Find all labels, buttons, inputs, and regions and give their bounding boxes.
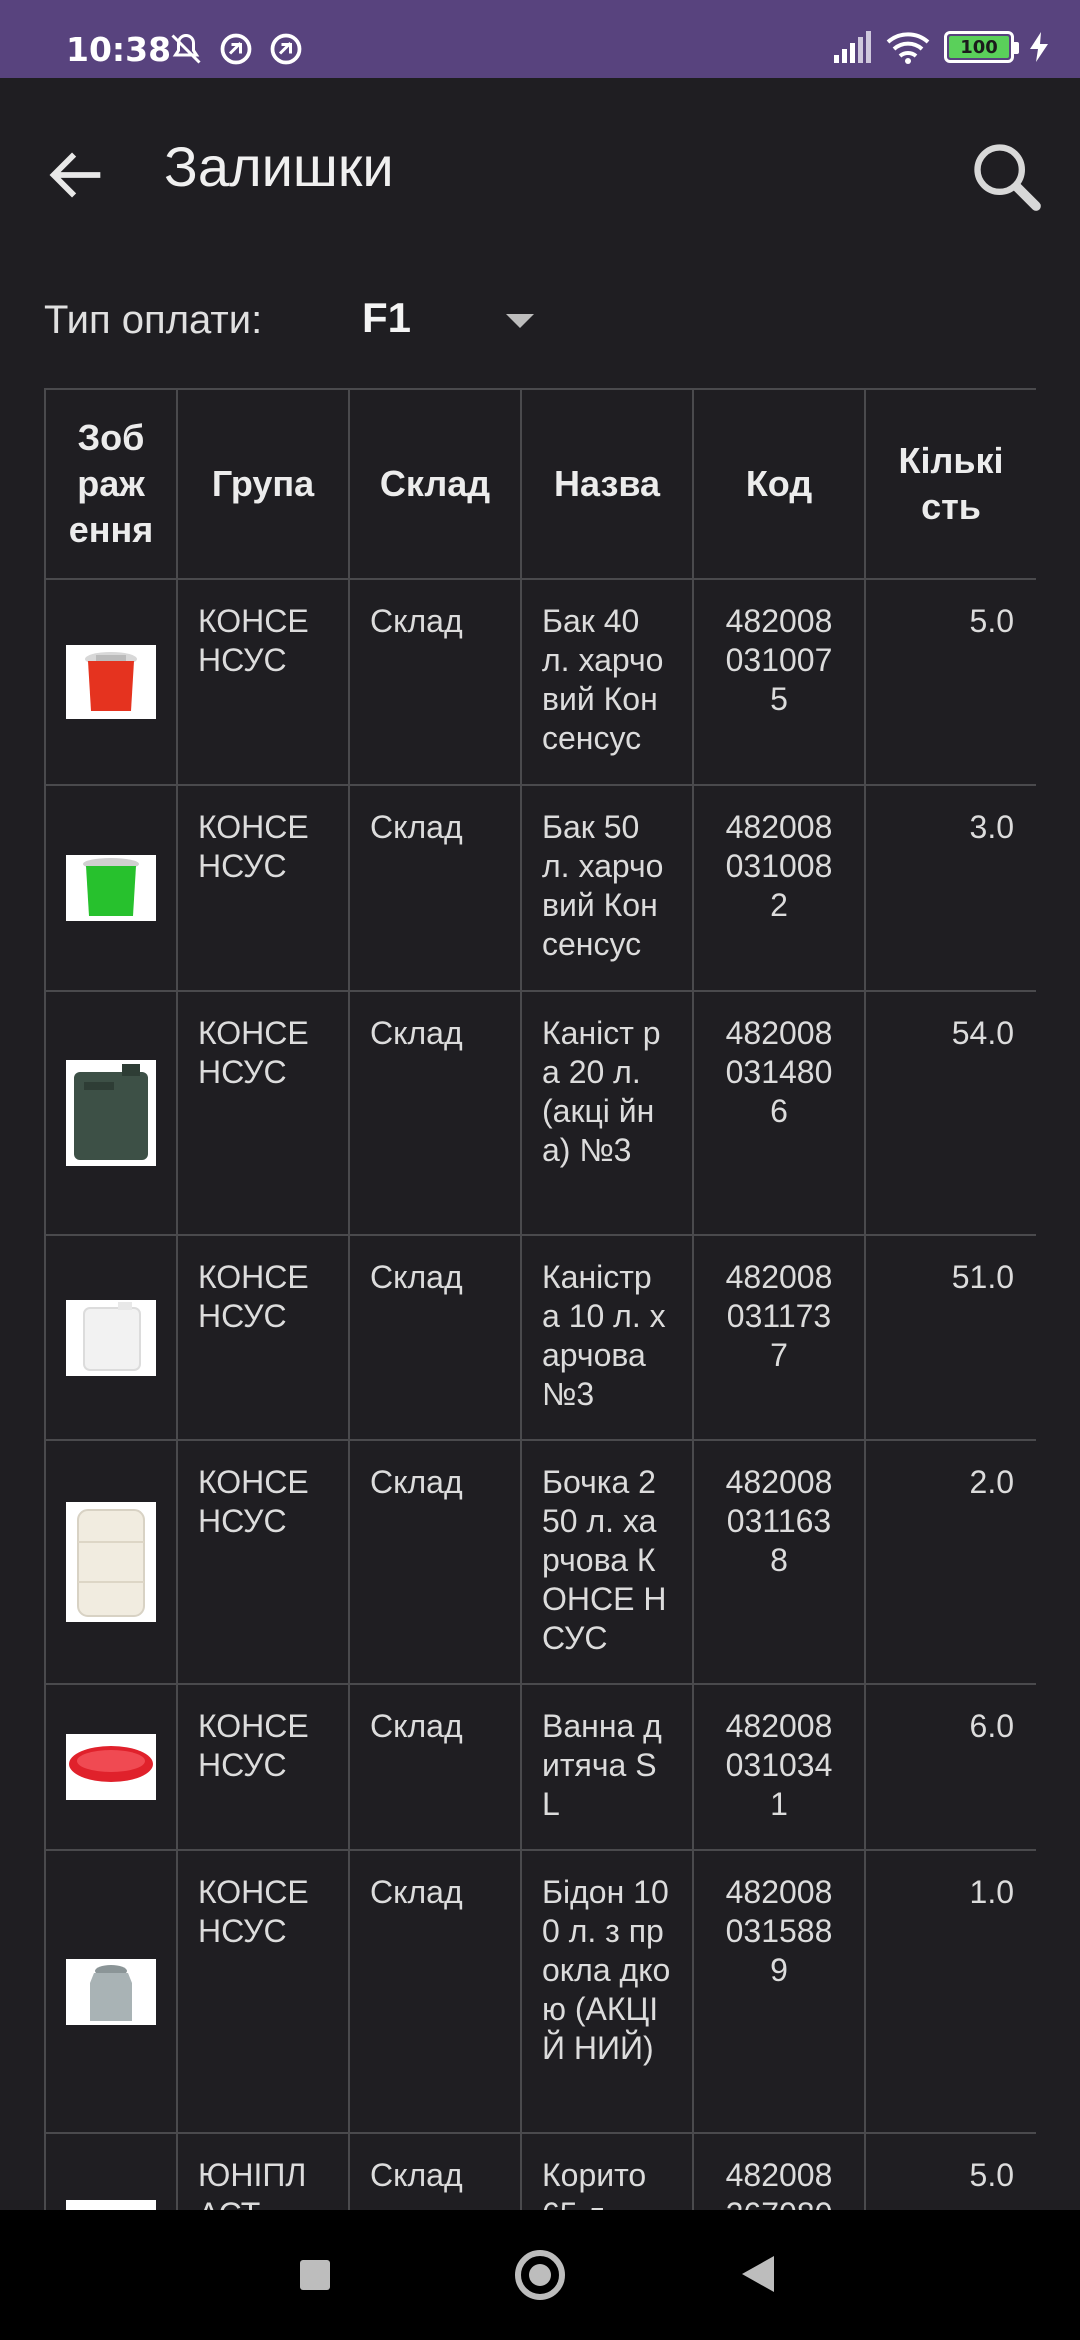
product-image-cell xyxy=(44,1234,178,1441)
header-warehouse: Склад xyxy=(348,388,522,580)
red-tub-image xyxy=(66,1734,156,1800)
app-bar: Залишки xyxy=(0,78,1080,268)
red-barrel-image xyxy=(66,645,156,719)
system-nav-bar xyxy=(0,2210,1080,2340)
white-drum-image xyxy=(66,1502,156,1622)
wifi-icon xyxy=(886,32,930,64)
notification-icons xyxy=(168,31,304,67)
warehouse-cell: Склад xyxy=(348,1683,522,1851)
arrow-left-icon[interactable] xyxy=(42,140,112,210)
table-row[interactable]: КОНСЕ НСУС Склад Бак 40 л. харчо вий Кон… xyxy=(44,578,1036,786)
code-cell: 482008 267080 xyxy=(692,2132,866,2210)
warehouse-cell: Склад xyxy=(348,578,522,786)
stock-table-container[interactable]: Зоб раж ення Група Склад Назва Код Кільк… xyxy=(44,388,1036,2210)
grey-can-image xyxy=(66,1958,156,2025)
group-cell: КОНСЕ НСУС xyxy=(176,1234,350,1441)
payment-type-row: Тип оплати: F1 xyxy=(44,290,1044,360)
warehouse-cell: Склад xyxy=(348,2132,522,2210)
page-title: Залишки xyxy=(164,135,394,198)
quantity-cell: 1.0 xyxy=(864,1849,1036,2134)
status-bar: 10:38 100 xyxy=(0,0,1080,78)
table-row[interactable]: КОНСЕ НСУС Склад Ванна дитяча SL 482008 … xyxy=(44,1683,1036,1851)
status-time: 10:38 xyxy=(66,30,172,69)
group-cell: КОНСЕ НСУС xyxy=(176,578,350,786)
chevron-down-icon[interactable] xyxy=(506,314,534,328)
table-row[interactable]: КОНСЕ НСУС Склад Каністр а 10 л. харчова… xyxy=(44,1234,1036,1441)
quantity-cell: 3.0 xyxy=(864,784,1036,992)
code-cell: 482008 031008 2 xyxy=(692,784,866,992)
code-cell: 482008 031588 9 xyxy=(692,1849,866,2134)
table-row[interactable]: ЮНІПЛ АСТ Склад Корито 65 л. 482008 2670… xyxy=(44,2132,1036,2210)
white-trough-image xyxy=(66,2200,156,2210)
quantity-cell: 6.0 xyxy=(864,1683,1036,1851)
group-cell: КОНСЕ НСУС xyxy=(176,990,350,1236)
code-cell: 482008 031173 7 xyxy=(692,1234,866,1441)
product-image-cell xyxy=(44,1439,178,1685)
table-row[interactable]: КОНСЕ НСУС Склад Бак 50 л. харчо вий Кон… xyxy=(44,784,1036,992)
group-cell: КОНСЕ НСУС xyxy=(176,784,350,992)
header-quantity: Кількі сть xyxy=(864,388,1036,580)
product-image-cell xyxy=(44,1683,178,1851)
product-image-cell xyxy=(44,990,178,1236)
name-cell: Каніст ра 20 л. (акці йна) №3 xyxy=(520,990,694,1236)
stock-table: Зоб раж ення Група Склад Назва Код Кільк… xyxy=(44,388,1036,2210)
dark-canister-image xyxy=(66,1060,156,1166)
quantity-cell: 5.0 xyxy=(864,578,1036,786)
group-cell: КОНСЕ НСУС xyxy=(176,1439,350,1685)
product-image-cell xyxy=(44,784,178,992)
white-canister-image xyxy=(66,1299,156,1376)
group-cell: КОНСЕ НСУС xyxy=(176,1683,350,1851)
table-row[interactable]: КОНСЕ НСУС Склад Бідон 100 л. з прокла д… xyxy=(44,1849,1036,2134)
app-notification-icon-2 xyxy=(270,33,302,65)
mute-bell-icon xyxy=(171,33,201,64)
code-cell: 482008 031480 6 xyxy=(692,990,866,1236)
warehouse-cell: Склад xyxy=(348,1234,522,1441)
payment-type-select[interactable]: F1 xyxy=(362,294,411,342)
warehouse-cell: Склад xyxy=(348,990,522,1236)
product-image-cell xyxy=(44,1849,178,2134)
table-row[interactable]: КОНСЕ НСУС Склад Каніст ра 20 л. (акці й… xyxy=(44,990,1036,1236)
warehouse-cell: Склад xyxy=(348,1439,522,1685)
home-icon[interactable] xyxy=(515,2250,565,2300)
payment-type-label: Тип оплати: xyxy=(44,298,263,342)
product-image-cell xyxy=(44,2132,178,2210)
search-icon[interactable] xyxy=(968,138,1044,214)
back-triangle-icon[interactable] xyxy=(742,2256,774,2292)
battery-level: 100 xyxy=(949,36,1009,58)
code-cell: 482008 031007 5 xyxy=(692,578,866,786)
app-notification-icon xyxy=(220,33,252,65)
signal-icon xyxy=(834,31,871,63)
quantity-cell: 51.0 xyxy=(864,1234,1036,1441)
table-row[interactable]: КОНСЕ НСУС Склад Бочка 250 л. харчова КО… xyxy=(44,1439,1036,1685)
table-header-row: Зоб раж ення Група Склад Назва Код Кільк… xyxy=(44,388,1036,580)
battery-icon: 100 xyxy=(944,31,1019,63)
name-cell: Бідон 100 л. з прокла дкою (АКЦІЙ НИЙ) xyxy=(520,1849,694,2134)
code-cell: 482008 031163 8 xyxy=(692,1439,866,1685)
code-cell: 482008 031034 1 xyxy=(692,1683,866,1851)
header-image: Зоб раж ення xyxy=(44,388,178,580)
warehouse-cell: Склад xyxy=(348,784,522,992)
quantity-cell: 2.0 xyxy=(864,1439,1036,1685)
green-barrel-image xyxy=(66,855,156,921)
quantity-cell: 5.0 xyxy=(864,2132,1036,2210)
name-cell: Бак 40 л. харчо вий Кон сенсус xyxy=(520,578,694,786)
name-cell: Бочка 250 л. харчова КОНСЕ НСУС xyxy=(520,1439,694,1685)
header-group: Група xyxy=(176,388,350,580)
recents-icon[interactable] xyxy=(300,2260,330,2290)
name-cell: Бак 50 л. харчо вий Кон сенсус xyxy=(520,784,694,992)
name-cell: Ванна дитяча SL xyxy=(520,1683,694,1851)
group-cell: ЮНІПЛ АСТ xyxy=(176,2132,350,2210)
header-name: Назва xyxy=(520,388,694,580)
product-image-cell xyxy=(44,578,178,786)
group-cell: КОНСЕ НСУС xyxy=(176,1849,350,2134)
warehouse-cell: Склад xyxy=(348,1849,522,2134)
name-cell: Каністр а 10 л. харчова №3 xyxy=(520,1234,694,1441)
charging-icon xyxy=(1030,32,1048,62)
header-code: Код xyxy=(692,388,866,580)
quantity-cell: 54.0 xyxy=(864,990,1036,1236)
name-cell: Корито 65 л. xyxy=(520,2132,694,2210)
